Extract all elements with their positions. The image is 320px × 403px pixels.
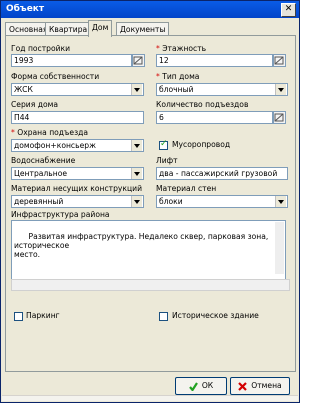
security-label-text: Охрана подъезда: [17, 128, 89, 137]
entrances-label: Количество подъездов: [156, 100, 249, 109]
entrances-input[interactable]: 6: [156, 111, 273, 124]
water-value: Центральное: [14, 169, 68, 178]
series-label: Серия дома: [11, 100, 58, 109]
year-label: Год постройки: [11, 44, 71, 53]
wall-material-label: Материал стен: [156, 184, 217, 193]
wall-material-select[interactable]: блоки: [156, 195, 288, 208]
close-button[interactable]: ✕: [281, 3, 296, 17]
tab-house[interactable]: Дом: [88, 20, 113, 37]
structure-material-select[interactable]: деревянный: [11, 195, 144, 208]
ownership-label: Форма собственности: [11, 72, 100, 81]
house-panel: Год постройки 1993 * Этажность 12 Форма …: [5, 35, 296, 372]
chevron-down-icon: [134, 171, 140, 176]
structure-material-dropdown-button[interactable]: [131, 196, 142, 207]
infrastructure-label: Инфраструктура района: [11, 210, 110, 219]
status-bar: [2, 395, 298, 401]
window-title: Объект: [6, 4, 45, 14]
chevron-down-icon: [278, 199, 284, 204]
structure-material-label: Материал несущих конструкций: [11, 184, 143, 193]
series-input[interactable]: П44: [11, 111, 144, 124]
security-dropdown-button[interactable]: [131, 140, 142, 151]
infrastructure-textarea[interactable]: Развитая инфраструктура. Недалеко сквер,…: [11, 220, 286, 280]
ok-button-label: ОК: [201, 381, 214, 390]
house-type-required-mark: *: [156, 72, 160, 81]
entrances-stepper-button[interactable]: [273, 111, 286, 124]
chevron-down-icon: [134, 87, 140, 92]
house-type-value: блочный: [159, 85, 194, 94]
cross-icon: [238, 381, 248, 391]
ownership-dropdown-button[interactable]: [131, 84, 142, 95]
cancel-button-label: Отмена: [251, 381, 282, 390]
floors-label: * Этажность: [156, 44, 206, 53]
vertical-scrollbar[interactable]: [275, 222, 284, 274]
dialog-window: Объект ✕ Основная Квартира Дом Документы…: [0, 0, 300, 403]
parking-checkbox[interactable]: [14, 312, 23, 321]
infrastructure-text: Развитая инфраструктура. Недалеко сквер,…: [14, 232, 269, 259]
check-icon: [188, 381, 198, 392]
wall-material-dropdown-button[interactable]: [275, 196, 286, 207]
horizontal-scrollbar[interactable]: [11, 279, 290, 291]
floors-input[interactable]: 12: [156, 54, 273, 67]
chevron-down-icon: [134, 143, 140, 148]
structure-material-value: деревянный: [14, 197, 64, 206]
stepper-icon: [274, 113, 284, 122]
ok-button[interactable]: ОК: [175, 377, 227, 395]
year-input[interactable]: 1993: [11, 54, 132, 67]
tab-documents[interactable]: Документы: [116, 22, 170, 36]
tab-apartment[interactable]: Квартира: [45, 22, 92, 36]
chute-checkbox[interactable]: [159, 139, 168, 150]
chute-label: Мусоропровод: [172, 140, 231, 149]
parking-label: Паркинг: [26, 311, 60, 320]
house-type-label-text: Тип дома: [162, 72, 200, 81]
ownership-value: ЖСК: [14, 85, 33, 94]
security-value: домофон+консьерж: [14, 141, 96, 150]
chevron-down-icon: [278, 87, 284, 92]
ownership-select[interactable]: ЖСК: [11, 83, 144, 96]
house-type-label: * Тип дома: [156, 72, 199, 81]
security-label: * Охрана подъезда: [11, 128, 88, 137]
water-label: Водоснабжение: [11, 156, 76, 165]
security-select[interactable]: домофон+консьерж: [11, 139, 144, 152]
stepper-icon: [274, 56, 284, 65]
year-calendar-button[interactable]: [132, 54, 145, 67]
calendar-icon: [133, 56, 143, 65]
house-type-dropdown-button[interactable]: [275, 84, 286, 95]
cancel-button[interactable]: Отмена: [230, 377, 290, 395]
floors-label-text: Этажность: [162, 44, 207, 53]
lift-label: Лифт: [156, 156, 178, 165]
floors-required-mark: *: [156, 44, 160, 53]
wall-material-value: блоки: [159, 197, 183, 206]
historic-label: Историческое здание: [172, 311, 259, 320]
security-required-mark: *: [11, 128, 15, 137]
floors-stepper-button[interactable]: [273, 54, 286, 67]
lift-input[interactable]: два - пассажирский грузовой: [156, 167, 288, 180]
water-select[interactable]: Центральное: [11, 167, 144, 180]
water-dropdown-button[interactable]: [131, 168, 142, 179]
house-type-select[interactable]: блочный: [156, 83, 288, 96]
historic-checkbox[interactable]: [159, 312, 168, 321]
title-bar[interactable]: Объект ✕: [1, 1, 299, 18]
chevron-down-icon: [134, 199, 140, 204]
